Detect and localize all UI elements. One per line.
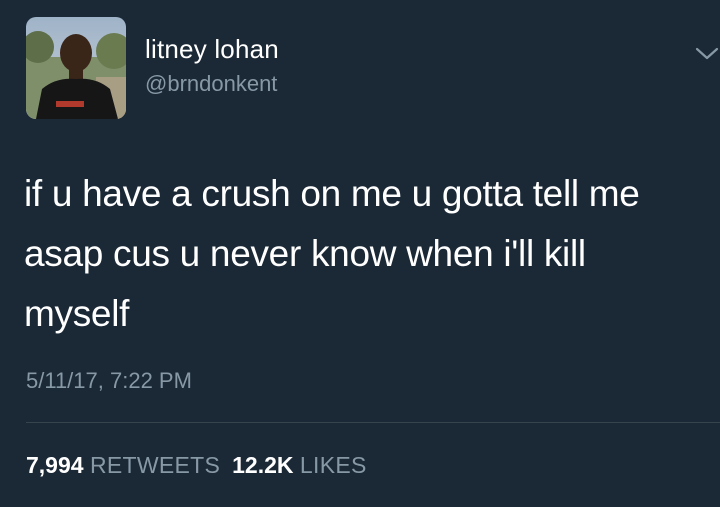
likes-count: 12.2K	[232, 452, 294, 478]
retweets-label: RETWEETS	[89, 452, 221, 478]
retweets-count: 7,994	[26, 452, 84, 478]
divider	[26, 422, 720, 423]
chevron-down-icon[interactable]	[694, 41, 720, 65]
likes-stat[interactable]: 12.2K LIKES	[232, 452, 366, 479]
tweet-text-line: if u have a crush on me u gotta tell me	[24, 173, 640, 214]
avatar-photo	[26, 17, 126, 119]
tweet-timestamp[interactable]: 5/11/17, 7:22 PM	[26, 368, 192, 394]
tweet-stats: 7,994 RETWEETS 12.2K LIKES	[26, 452, 379, 479]
tweet-text-line: myself	[24, 293, 130, 334]
display-name[interactable]: litney lohan	[145, 34, 279, 65]
user-handle[interactable]: @brndonkent	[145, 71, 277, 97]
retweets-stat[interactable]: 7,994 RETWEETS	[26, 452, 220, 479]
tweet-card: litney lohan @brndonkent if u have a cru…	[0, 0, 720, 507]
avatar[interactable]	[26, 17, 126, 119]
tweet-text-line: asap cus u never know when i'll kill	[24, 233, 586, 274]
tweet-text: if u have a crush on me u gotta tell me …	[24, 164, 704, 344]
likes-label: LIKES	[299, 452, 367, 478]
